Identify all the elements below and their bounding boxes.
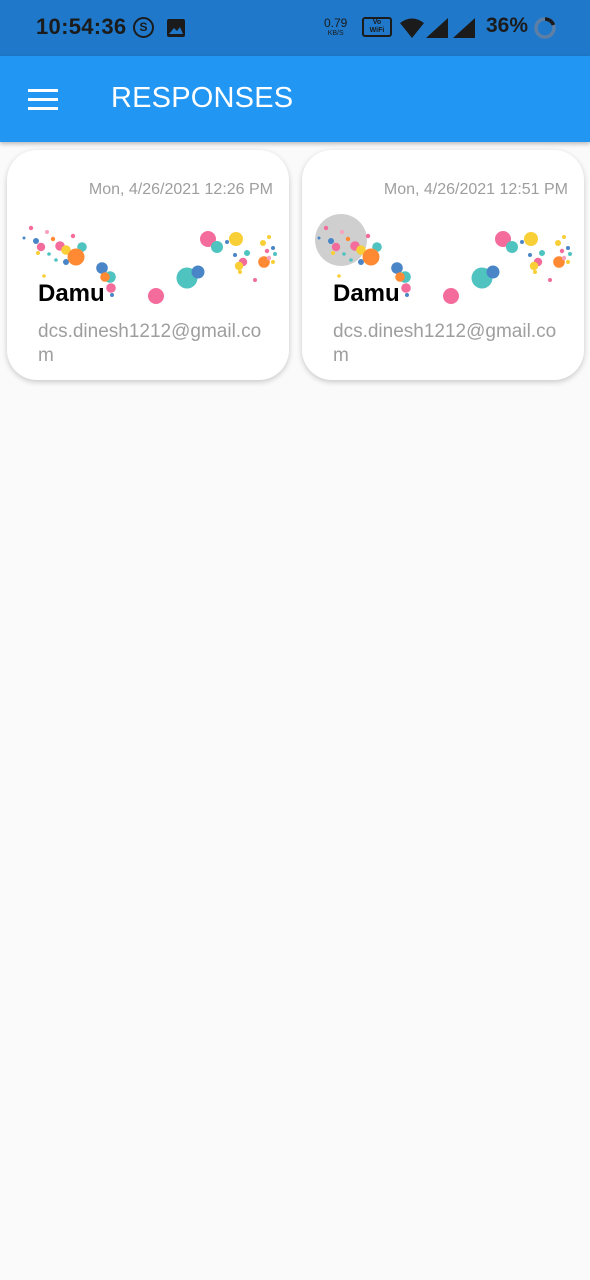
network-speed: 0.79 KB/S [324,17,347,37]
vowifi-line2: WiFi [369,27,385,34]
battery-ring-icon [534,17,556,39]
network-speed-unit: KB/S [327,30,344,37]
status-time: 10:54:36 [36,14,127,39]
response-email: dcs.dinesh1212@gmail.com [38,321,262,366]
response-card[interactable]: Mon, 4/26/2021 12:26 PM Damu dcs.dinesh1… [7,150,289,380]
network-speed-value: 0.79 [324,16,348,30]
status-bar: 10:54:36 S 0.79 KB/S Vo WiFi 36% [0,0,590,56]
signal-icon-2 [453,18,475,38]
vowifi-icon: Vo WiFi [362,17,392,37]
signal-icon [426,18,448,38]
app-bar: RESPONSES [0,56,590,142]
s-badge-icon: S [133,17,154,38]
touch-ripple [315,214,367,266]
response-name: Damu [333,280,400,307]
page-title: RESPONSES [111,82,294,114]
response-date: Mon, 4/26/2021 12:26 PM [88,181,273,198]
battery-percent: 36% [486,14,529,37]
response-date: Mon, 4/26/2021 12:51 PM [383,181,568,198]
menu-icon[interactable] [20,78,66,120]
response-email: dcs.dinesh1212@gmail.com [333,321,557,366]
wifi-icon [400,18,424,38]
image-notification-icon [167,19,185,37]
response-card[interactable]: Mon, 4/26/2021 12:51 PM Damu dcs.dinesh1… [302,150,584,380]
vowifi-line1: Vo [372,19,382,26]
response-name: Damu [38,280,105,307]
